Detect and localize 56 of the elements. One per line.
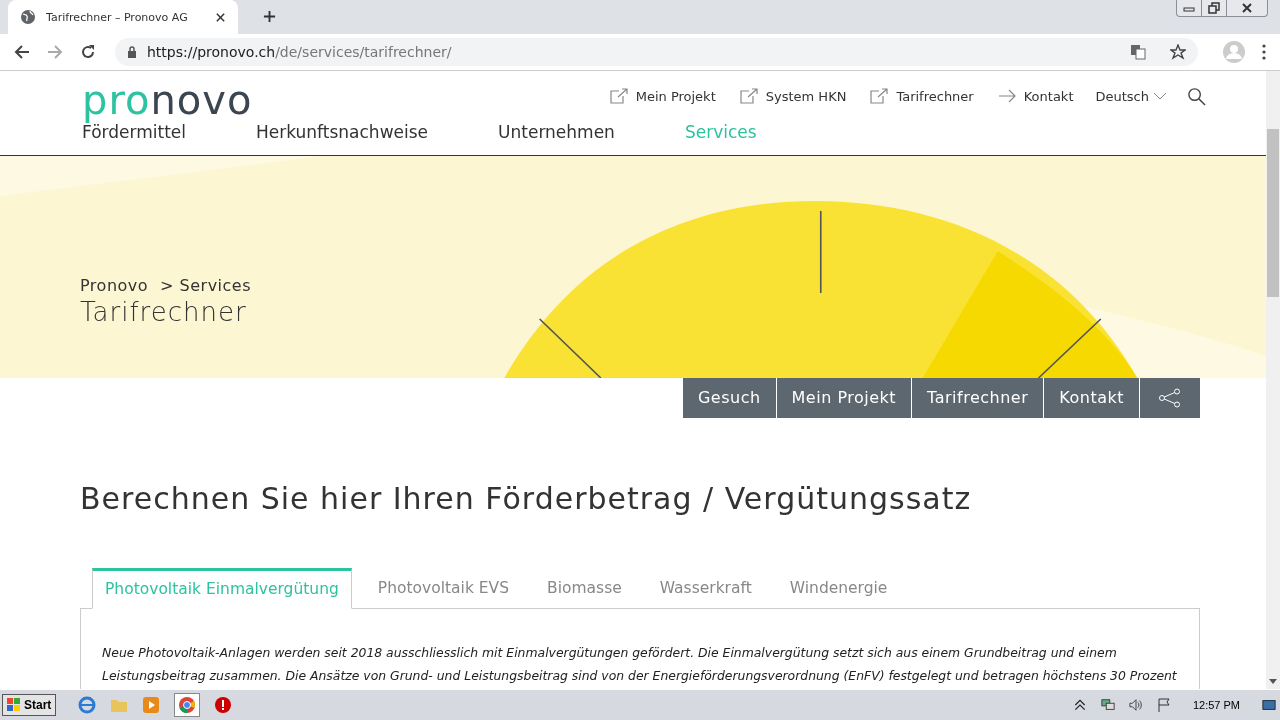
action-button[interactable]: Kontakt [1044,377,1139,418]
top-link[interactable]: System HKN [739,88,847,105]
nav-link[interactable]: Unternehmen [498,121,615,142]
intro-paragraph: Neue Photovoltaik-Anlagen werden seit 2018 ausschliesslich mit Einmalvergütungen gefördert. Die Einmalvergütung setzt sich aus einem Grundbeitrag und einem Leistungsbeitrag zusammen. Die Ansätze von Grund- und Leistungsbeitrag sind von der Energieförderungsverordnung (EnFV) festgelegt und betragen höchstens 30 Prozent [102,643,1178,685]
lock-icon [127,45,137,58]
scroll-down-icon[interactable] [1269,679,1277,685]
tray-arrow-icon[interactable] [1072,698,1087,712]
content-tab[interactable]: Biomasse [535,567,634,609]
back-icon[interactable] [14,43,30,60]
top-link[interactable]: Mein Projekt [609,88,716,105]
reload-icon[interactable] [80,43,96,60]
close-icon[interactable] [215,11,226,23]
search-icon[interactable] [1187,86,1206,106]
browser-tab[interactable]: Tarifrechner – Pronovo AG [8,0,238,34]
arrow-icon [997,88,1016,105]
menu-icon[interactable] [1262,43,1266,60]
tab-title: Tarifrechner – Pronovo AG [46,10,189,24]
flag-icon[interactable] [1156,698,1171,712]
plus-icon[interactable] [263,10,276,23]
show-desktop-icon[interactable] [1262,698,1276,712]
external-link-icon [739,88,758,105]
nav-link[interactable]: Herkunftsnachweise [256,121,429,142]
action-button[interactable]: Mein Projekt [776,377,912,418]
scrollbar[interactable] [1266,70,1280,690]
windows-logo-icon [7,698,21,712]
speaker-icon[interactable] [1128,698,1143,712]
scroll-thumb[interactable] [1267,128,1279,297]
action-button[interactable]: Gesuch [682,377,776,418]
media-player-icon[interactable] [142,696,161,714]
translate-icon[interactable] [1130,43,1146,60]
top-link[interactable]: Kontakt [997,88,1074,105]
network-icon[interactable] [1100,698,1115,712]
action-button[interactable]: Tarifrechner [912,377,1044,418]
language-dropdown[interactable]: Deutsch [1095,88,1167,104]
chevron-down-icon [1153,92,1167,101]
start-button[interactable]: Start [2,694,57,716]
close-icon [1241,2,1253,14]
page-title: Tarifrechner [80,296,248,327]
ie-icon[interactable] [78,696,97,714]
clock: 12:57 PM [1192,699,1240,711]
star-icon[interactable] [1170,43,1186,60]
share-icon [1158,387,1182,408]
external-link-icon [870,88,889,105]
section-heading: Berechnen Sie hier Ihren Förderbetrag / Vergütungssatz [80,480,973,516]
content-tab[interactable]: Wasserkraft [647,567,764,609]
content-tab[interactable]: Photovoltaik EVS [365,567,522,609]
restore-icon [1208,2,1220,14]
external-link-icon [609,88,628,105]
top-link[interactable]: Tarifrechner [870,88,974,105]
globe-icon [20,9,36,25]
address-field[interactable]: https://pronovo.ch/de/services/tarifrechner/ [115,37,1198,66]
chrome-taskbar-button[interactable] [174,693,201,717]
breadcrumb-link[interactable]: > Services [160,275,252,295]
content-tab[interactable]: Windenergie [777,567,900,609]
breadcrumb-link[interactable]: Pronovo [80,275,149,295]
share-button[interactable] [1140,377,1200,418]
